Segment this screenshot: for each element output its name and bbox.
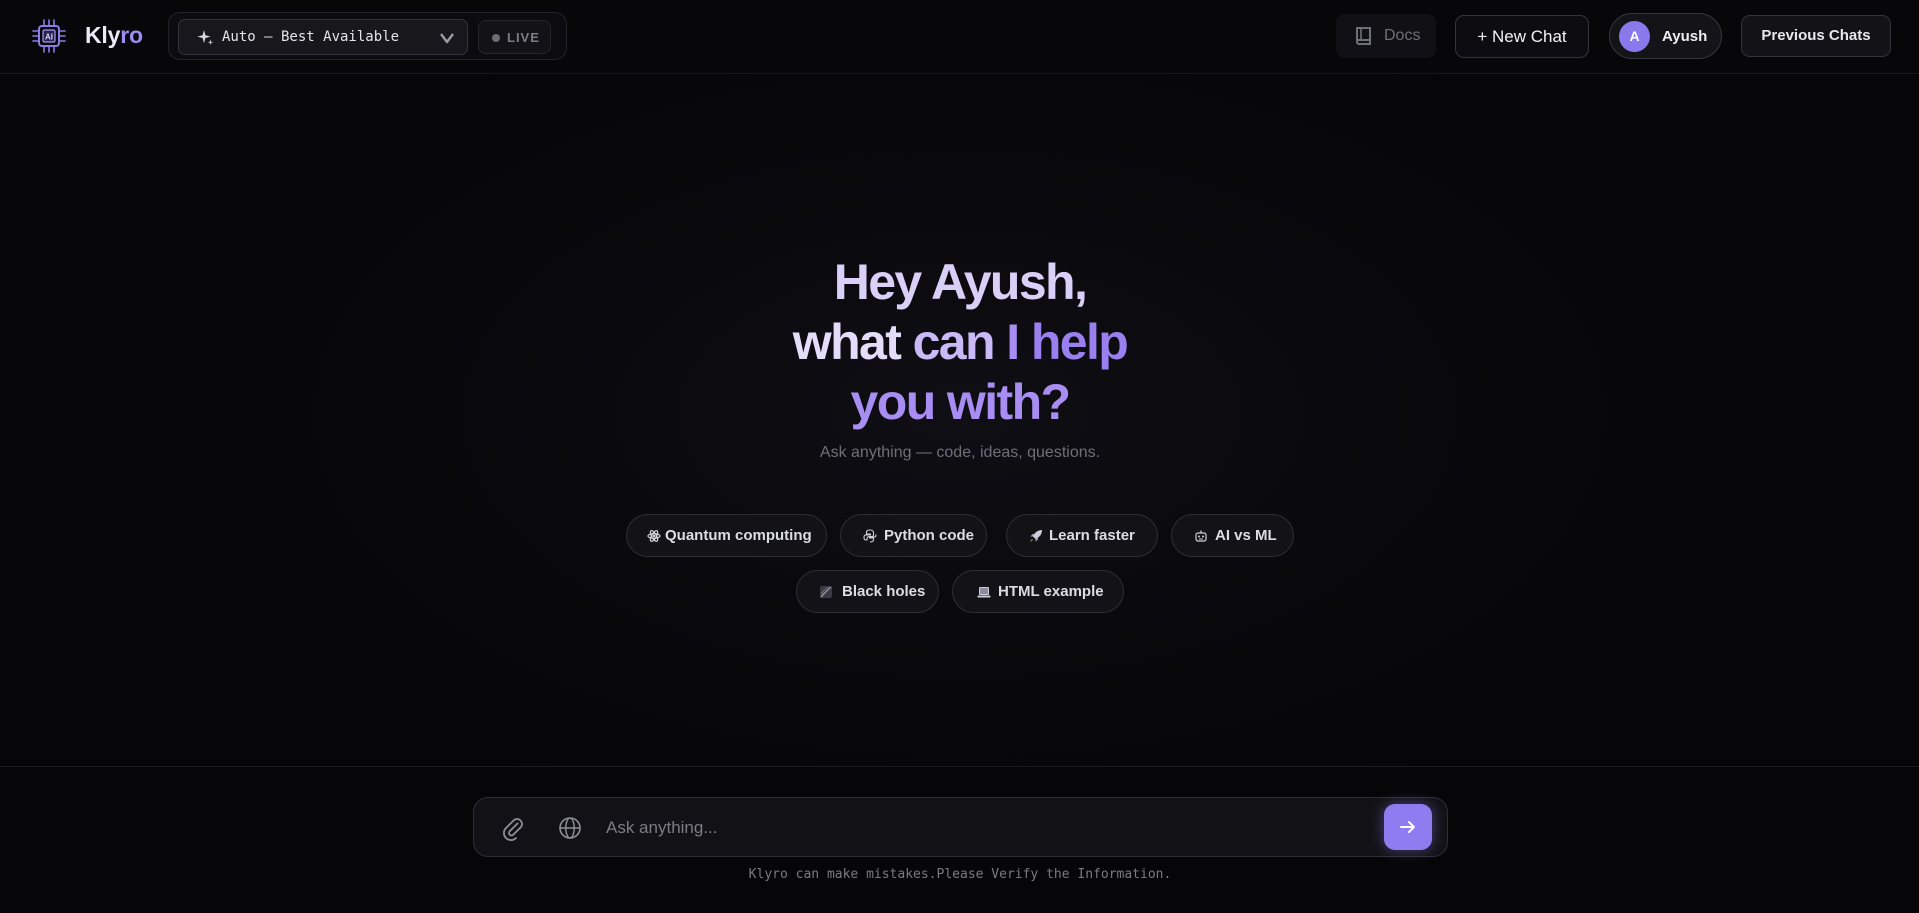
suggestion-chip-ai-vs-ml[interactable]: AI vs ML [1171, 514, 1294, 557]
welcome-section: Hey Ayush, what can I help you with? Ask… [0, 74, 1919, 766]
top-bar: AI Klyro Auto — Best Available LIVE Docs… [0, 0, 1919, 74]
suggestion-chip-python-code[interactable]: Python code [840, 514, 987, 557]
robot-icon [1195, 530, 1207, 542]
app-root: AI Klyro Auto — Best Available LIVE Docs… [0, 0, 1919, 913]
book-icon [1356, 27, 1371, 45]
previous-chats-button[interactable]: Previous Chats [1741, 15, 1891, 57]
globe-icon[interactable] [558, 816, 582, 840]
sparkle-icon [197, 30, 214, 46]
new-chat-button[interactable]: + New Chat [1455, 15, 1589, 58]
send-button[interactable] [1384, 804, 1432, 850]
greeting-subtitle: Ask anything — code, ideas, questions. [819, 444, 1101, 461]
suggestion-chip-black-holes[interactable]: Black holes [796, 570, 939, 613]
user-menu[interactable]: A Ayush [1609, 13, 1722, 59]
model-control-group: Auto — Best Available LIVE [168, 12, 567, 60]
live-status-badge: LIVE [478, 20, 551, 54]
prompt-input[interactable] [606, 812, 1246, 844]
suggestion-chip-quantum-computing[interactable]: Quantum computing [626, 514, 827, 557]
model-selector-value: Auto — Best Available [222, 29, 400, 45]
status-dot-icon [492, 34, 500, 42]
brand-name: Klyro [85, 22, 143, 48]
ai-chip-logo-icon: AI [32, 19, 66, 53]
arrow-right-icon [1400, 821, 1415, 833]
suggestion-chip-learn-faster[interactable]: Learn faster [1006, 514, 1158, 557]
disclaimer-text: Klyro can make mistakes.Please Verify th… [748, 867, 1172, 882]
atom-icon [647, 530, 661, 542]
rocket-icon [1030, 530, 1042, 542]
user-name: Ayush [1662, 28, 1708, 45]
laptop-icon [977, 587, 991, 598]
chevron-down-icon [440, 33, 454, 44]
python-icon [863, 529, 877, 543]
black-hole-icon [820, 586, 832, 598]
greeting-headline: Hey Ayush, what can I help you with? [792, 254, 1129, 430]
composer-area: Klyro can make mistakes.Please Verify th… [0, 766, 1919, 913]
docs-button[interactable]: Docs [1336, 14, 1436, 58]
svg-text:AI: AI [45, 33, 53, 42]
avatar: A [1619, 21, 1650, 52]
message-composer [473, 797, 1448, 857]
model-selector-dropdown[interactable]: Auto — Best Available [178, 19, 468, 55]
suggestion-chip-html-example[interactable]: HTML example [952, 570, 1124, 613]
paperclip-icon[interactable] [500, 815, 526, 841]
